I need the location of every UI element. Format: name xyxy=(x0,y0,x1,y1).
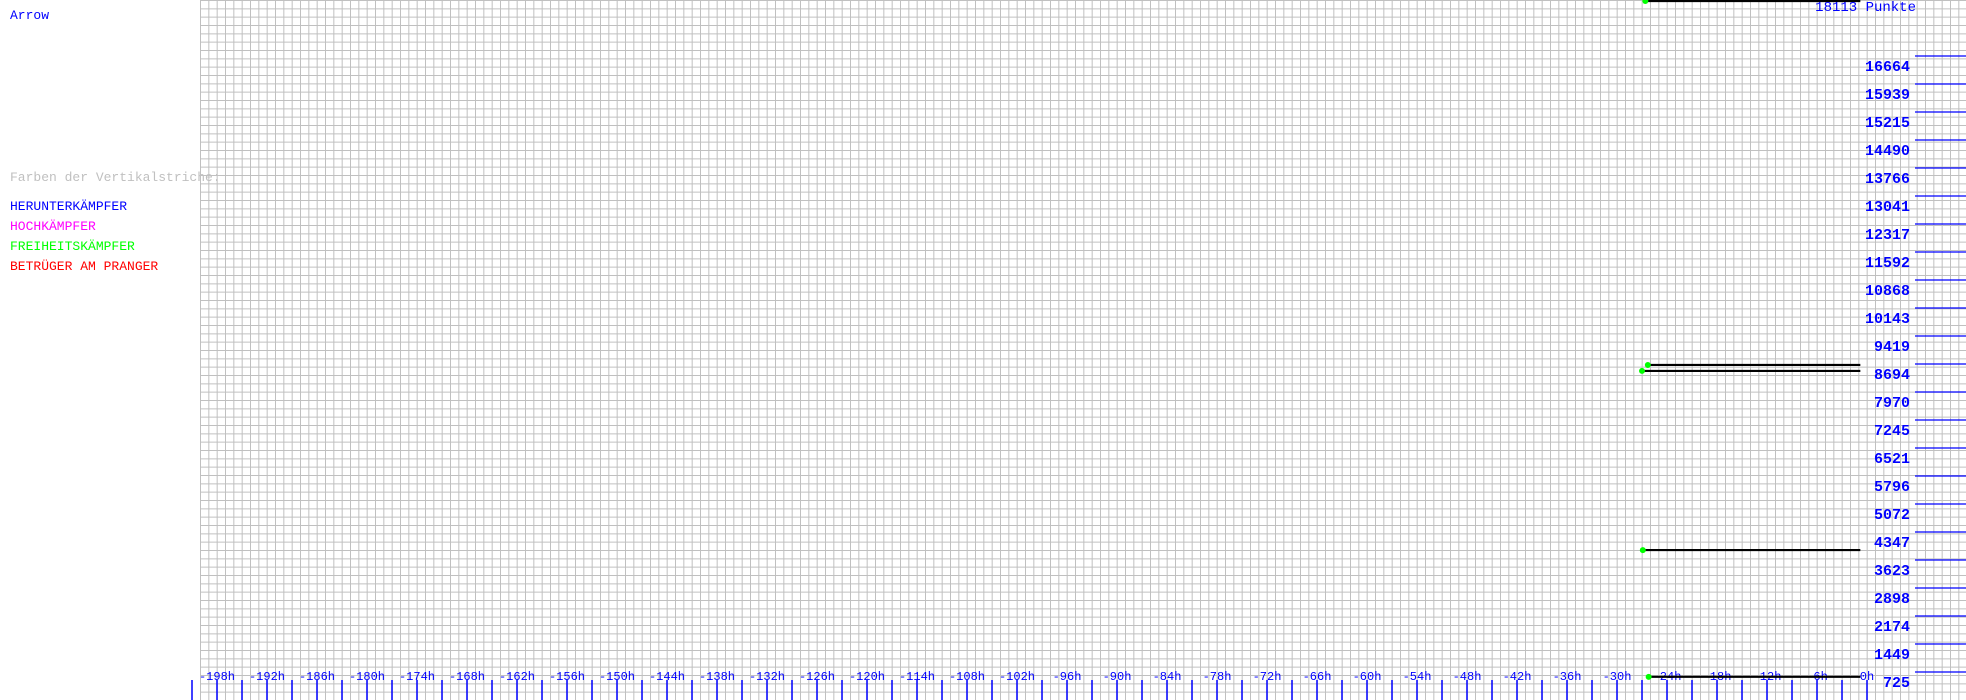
x-tick-label: -132h xyxy=(749,670,785,684)
y-tick-label: 11592 xyxy=(1865,255,1910,272)
x-tick-label: -144h xyxy=(649,670,685,684)
y-tick-label: 4347 xyxy=(1874,535,1910,552)
y-tick-label: 2898 xyxy=(1874,591,1910,608)
points-chart: 16664 15939 15215 14490 13766 13041 12317 11592… xyxy=(191,0,1966,700)
x-tick-label: -114h xyxy=(899,670,935,684)
series-start-marker xyxy=(1639,547,1646,554)
y-tick-label: 13041 xyxy=(1865,199,1910,216)
x-tick-label: -96h xyxy=(1053,670,1082,684)
y-tick-label: 10143 xyxy=(1865,311,1910,328)
y-tick-label: 15215 xyxy=(1865,115,1910,132)
y-tick-label: 7245 xyxy=(1874,423,1910,440)
series-start-marker xyxy=(1639,367,1645,374)
legend-item-freiheitskaempfer: FREIHEITSKÄMPFER xyxy=(10,239,135,254)
x-tick-label: -48h xyxy=(1453,670,1482,684)
y-tick-label: 725 xyxy=(1883,675,1910,692)
y-tick-label: 2174 xyxy=(1874,619,1910,636)
series-start-marker xyxy=(1645,673,1652,680)
x-tick-label: -126h xyxy=(799,670,835,684)
x-tick-label: -30h xyxy=(1603,670,1632,684)
x-tick-label: -102h xyxy=(999,670,1035,684)
x-tick-label: -60h xyxy=(1353,670,1382,684)
y-tick-label: 5796 xyxy=(1874,479,1910,496)
y-tick-label: 1449 xyxy=(1874,647,1910,664)
y-tick-label: 15939 xyxy=(1865,87,1910,104)
x-tick-label: -108h xyxy=(949,670,985,684)
chart-title: 18113 Punkte xyxy=(1815,0,1916,16)
x-tick-label: -168h xyxy=(449,670,485,684)
y-tick-label: 7970 xyxy=(1874,395,1910,412)
x-tick-label: -54h xyxy=(1403,670,1432,684)
x-tick-label: -72h xyxy=(1253,670,1282,684)
y-tick-label: 13766 xyxy=(1865,171,1910,188)
player-name: Arrow xyxy=(10,8,50,23)
x-axis: -198h -192h -186h -180h -174h -168h -162h -156h… xyxy=(191,670,1874,700)
x-tick-label: -138h xyxy=(699,670,735,684)
x-tick-label: -84h xyxy=(1153,670,1182,684)
y-tick-label: 6521 xyxy=(1874,451,1910,468)
legend-item-hochkaempfer: HOCHKÄMPFER xyxy=(10,219,96,234)
legend-item-herunterkaempfer: HERUNTERKÄMPFER xyxy=(10,199,128,214)
x-tick-label: -120h xyxy=(849,670,885,684)
x-tick-label: -186h xyxy=(299,670,335,684)
legend-title: Farben der Vertikalstriche: xyxy=(10,170,221,185)
x-tick-label: -78h xyxy=(1203,670,1232,684)
y-tick-label: 5072 xyxy=(1874,507,1910,524)
y-tick-label: 16664 xyxy=(1865,59,1910,76)
y-tick-label: 10868 xyxy=(1865,283,1910,300)
x-tick-label: -66h xyxy=(1303,670,1332,684)
x-tick-label: -180h xyxy=(349,670,385,684)
y-tick-label: 14490 xyxy=(1865,143,1910,160)
y-tick-label: 3623 xyxy=(1874,563,1910,580)
x-tick-label: -198h xyxy=(199,670,235,684)
x-tick-label: -174h xyxy=(399,670,435,684)
series xyxy=(1639,0,1861,680)
x-tick-label: -42h xyxy=(1503,670,1532,684)
y-tick-label: 12317 xyxy=(1865,227,1910,244)
series-start-marker xyxy=(1644,361,1651,368)
legend-item-betrueger: BETRÜGER AM PRANGER xyxy=(10,259,159,274)
x-tick-label: -90h xyxy=(1103,670,1132,684)
x-tick-label: -162h xyxy=(499,670,535,684)
x-tick-label: -150h xyxy=(599,670,635,684)
y-tick-label: 9419 xyxy=(1874,339,1910,356)
series-start-marker xyxy=(1642,0,1649,4)
x-tick-label: 0h xyxy=(1860,670,1874,684)
y-tick-label: 8694 xyxy=(1874,367,1910,384)
x-tick-label: -192h xyxy=(249,670,285,684)
x-tick-label: -156h xyxy=(549,670,585,684)
x-tick-label: -36h xyxy=(1553,670,1582,684)
grid xyxy=(200,0,1966,700)
